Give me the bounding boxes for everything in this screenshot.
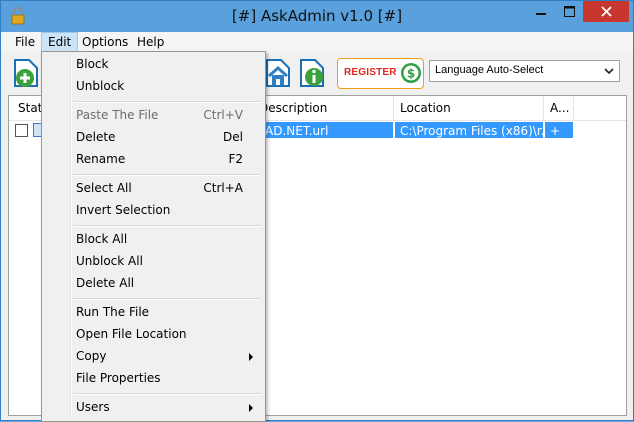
row-description: AD.NET.url bbox=[259, 121, 394, 139]
menu-item-unblock-all[interactable]: Unblock All bbox=[42, 251, 265, 273]
menu-item-label: Paste The File bbox=[76, 108, 159, 122]
submenu-arrow-icon bbox=[249, 404, 253, 412]
menu-edit[interactable]: Edit bbox=[41, 32, 79, 52]
menu-item-label: Unblock All bbox=[76, 254, 143, 268]
close-icon bbox=[600, 6, 612, 17]
menu-item-shortcut: Ctrl+A bbox=[203, 181, 243, 195]
menu-item-file-properties[interactable]: File Properties bbox=[42, 368, 265, 390]
menu-item-delete-all[interactable]: Delete All bbox=[42, 273, 265, 295]
menu-item-open-file-location[interactable]: Open File Location bbox=[42, 324, 265, 346]
menu-item-label: Open File Location bbox=[76, 327, 187, 341]
maximize-button[interactable] bbox=[555, 1, 583, 22]
menu-item-users[interactable]: Users bbox=[42, 397, 265, 419]
menu-item-select-all[interactable]: Select All Ctrl+A bbox=[42, 178, 265, 200]
menu-item-label: Users bbox=[76, 400, 110, 414]
menu-item-rename[interactable]: Rename F2 bbox=[42, 149, 265, 171]
menu-item-delete[interactable]: Delete Del bbox=[42, 127, 265, 149]
maximize-icon bbox=[563, 6, 575, 17]
menu-item-run-the-file[interactable]: Run The File bbox=[42, 302, 265, 324]
minimize-button[interactable] bbox=[527, 1, 555, 22]
add-file-icon[interactable] bbox=[11, 56, 43, 90]
menu-separator bbox=[73, 393, 261, 395]
chevron-down-icon bbox=[604, 68, 614, 75]
menu-item-paste-the-file[interactable]: Paste The File Ctrl+V bbox=[42, 105, 265, 127]
menu-item-label: Block bbox=[76, 57, 109, 71]
register-label: REGISTER bbox=[344, 67, 397, 78]
menu-item-label: Delete All bbox=[76, 276, 135, 290]
menu-item-block-all[interactable]: Block All bbox=[42, 229, 265, 251]
menu-item-label: Block All bbox=[76, 232, 128, 246]
menu-item-label: Invert Selection bbox=[76, 203, 171, 217]
menu-item-label: Unblock bbox=[76, 79, 125, 93]
row-attributes: + bbox=[544, 121, 574, 139]
info-icon[interactable] bbox=[297, 56, 329, 90]
svg-text:$: $ bbox=[407, 67, 415, 81]
menu-item-label: Run The File bbox=[76, 305, 150, 319]
menu-options[interactable]: Options bbox=[76, 32, 134, 52]
menu-item-label: Delete bbox=[76, 130, 116, 144]
menu-separator bbox=[73, 174, 261, 176]
menu-help[interactable]: Help bbox=[131, 32, 170, 52]
menu-bar: File Edit Options Help bbox=[1, 32, 633, 52]
close-button[interactable] bbox=[583, 1, 629, 22]
minimize-icon bbox=[536, 12, 546, 15]
menu-separator bbox=[73, 225, 261, 227]
dollar-icon: $ bbox=[401, 63, 421, 83]
column-location[interactable]: Location bbox=[394, 96, 544, 120]
menu-item-invert-selection[interactable]: Invert Selection bbox=[42, 200, 265, 222]
menu-separator bbox=[73, 298, 261, 300]
menu-file[interactable]: File bbox=[9, 32, 41, 52]
menu-item-shortcut: Del bbox=[223, 130, 243, 144]
edit-menu-dropdown: Block Unblock Paste The File Ctrl+V Dele… bbox=[41, 51, 266, 422]
menu-separator bbox=[73, 101, 261, 103]
menu-item-shortcut: Ctrl+V bbox=[203, 108, 243, 122]
home-icon[interactable] bbox=[263, 56, 295, 90]
row-location: C:\Program Files (x86)\r... bbox=[394, 121, 544, 139]
menu-item-label: Copy bbox=[76, 349, 107, 363]
menu-item-copy[interactable]: Copy bbox=[42, 346, 265, 368]
row-checkbox[interactable] bbox=[15, 124, 28, 137]
menu-item-label: File Properties bbox=[76, 371, 161, 385]
menu-item-unblock[interactable]: Unblock bbox=[42, 76, 265, 98]
app-window: [#] AskAdmin v1.0 [#] File Edit Options … bbox=[0, 0, 634, 422]
language-select[interactable]: Language Auto-Select bbox=[429, 60, 620, 82]
menu-item-label: Rename bbox=[76, 152, 126, 166]
column-attributes[interactable]: A... bbox=[544, 96, 574, 120]
submenu-arrow-icon bbox=[249, 353, 253, 361]
menu-item-label: Select All bbox=[76, 181, 132, 195]
title-bar[interactable]: [#] AskAdmin v1.0 [#] bbox=[1, 1, 633, 32]
language-select-value: Language Auto-Select bbox=[435, 64, 544, 76]
register-button[interactable]: REGISTER $ bbox=[337, 58, 424, 89]
menu-item-block[interactable]: Block bbox=[42, 54, 265, 76]
menu-item-shortcut: F2 bbox=[228, 152, 243, 166]
